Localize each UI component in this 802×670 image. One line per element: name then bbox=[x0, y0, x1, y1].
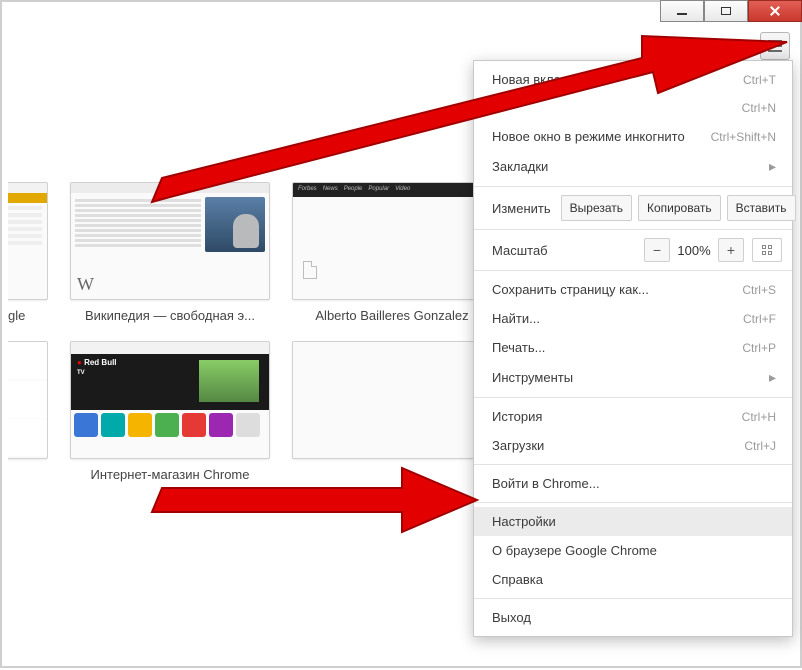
menu-new-tab[interactable]: Новая вкладкаCtrl+T bbox=[474, 65, 792, 94]
wikipedia-w-icon: W bbox=[77, 274, 94, 295]
menu-edit-row: Изменить Вырезать Копировать Вставить bbox=[474, 191, 792, 225]
chrome-menu: Новая вкладкаCtrl+T Ctrl+N Новое окно в … bbox=[473, 60, 793, 637]
fullscreen-button[interactable] bbox=[752, 238, 782, 262]
window-minimize-button[interactable] bbox=[660, 0, 704, 22]
menu-bookmarks[interactable]: Закладки▸ bbox=[474, 151, 792, 182]
zoom-in-button[interactable]: + bbox=[718, 238, 744, 262]
window-close-button[interactable] bbox=[748, 0, 802, 22]
menu-print[interactable]: Печать...Ctrl+P bbox=[474, 333, 792, 362]
ntp-tile-empty[interactable] bbox=[292, 341, 492, 482]
bookmark-star-icon[interactable]: ☆ bbox=[728, 35, 750, 57]
menu-signin[interactable]: Войти в Chrome... bbox=[474, 469, 792, 498]
menu-about[interactable]: О браузере Google Chrome bbox=[474, 536, 792, 565]
menu-find[interactable]: Найти...Ctrl+F bbox=[474, 304, 792, 333]
menu-zoom-row: Масштаб − 100% + bbox=[474, 234, 792, 266]
ntp-tile-google[interactable]: gle bbox=[8, 182, 48, 323]
tile-label: gle bbox=[8, 308, 48, 323]
menu-save-page[interactable]: Сохранить страницу как...Ctrl+S bbox=[474, 275, 792, 304]
ntp-tile-collage[interactable] bbox=[8, 341, 48, 482]
zoom-out-button[interactable]: − bbox=[644, 238, 670, 262]
window-maximize-button[interactable] bbox=[704, 0, 748, 22]
file-icon bbox=[303, 261, 317, 279]
menu-history[interactable]: ИсторияCtrl+H bbox=[474, 402, 792, 431]
chevron-right-icon: ▸ bbox=[769, 369, 776, 386]
zoom-value: 100% bbox=[670, 243, 718, 258]
menu-exit[interactable]: Выход bbox=[474, 603, 792, 632]
menu-help[interactable]: Справка bbox=[474, 565, 792, 594]
ntp-tile-forbes[interactable]: ForbesNewsPeoplePopularVideo Alberto Bai… bbox=[292, 182, 492, 323]
tile-label: Alberto Bailleres Gonzalez bbox=[292, 308, 492, 323]
menu-new-window[interactable]: Ctrl+N bbox=[474, 94, 792, 122]
copy-button[interactable]: Копировать bbox=[638, 195, 721, 221]
chrome-menu-button[interactable] bbox=[760, 32, 790, 60]
paste-button[interactable]: Вставить bbox=[727, 195, 796, 221]
ntp-tile-chrome-store[interactable]: ● Red BullTV Интернет-магазин Chrome bbox=[70, 341, 270, 482]
menu-incognito[interactable]: Новое окно в режиме инкогнитоCtrl+Shift+… bbox=[474, 122, 792, 151]
cut-button[interactable]: Вырезать bbox=[561, 195, 632, 221]
ntp-tile-wikipedia[interactable]: W Википедия — свободная э... bbox=[70, 182, 270, 323]
chevron-right-icon: ▸ bbox=[769, 158, 776, 175]
menu-settings[interactable]: Настройки bbox=[474, 507, 792, 536]
menu-tools[interactable]: Инструменты▸ bbox=[474, 362, 792, 393]
tile-label: Интернет-магазин Chrome bbox=[70, 467, 270, 482]
menu-downloads[interactable]: ЗагрузкиCtrl+J bbox=[474, 431, 792, 460]
tile-label: Википедия — свободная э... bbox=[70, 308, 270, 323]
